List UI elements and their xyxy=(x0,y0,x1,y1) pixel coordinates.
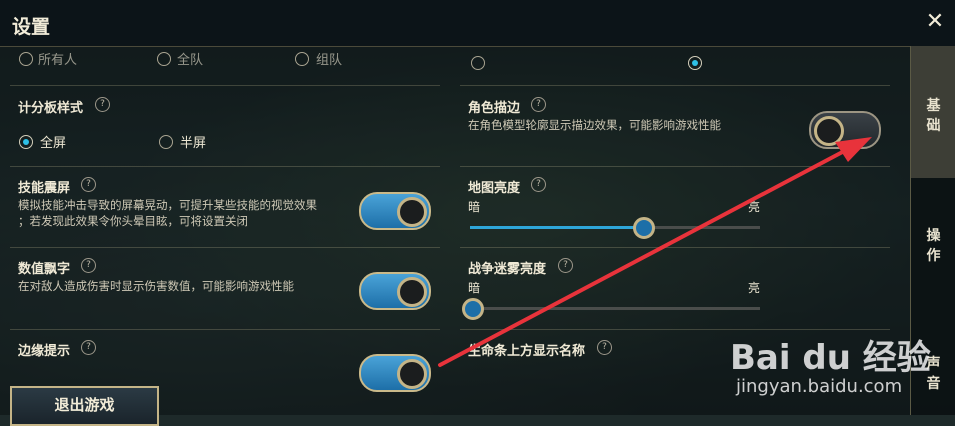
row-divider xyxy=(10,85,440,86)
scoreboard-help-icon[interactable]: ? xyxy=(95,97,110,112)
tab-controls-label: 操作 xyxy=(926,228,941,264)
map-brightness-thumb[interactable] xyxy=(633,217,655,239)
edge-hint-label: 边缘提示 xyxy=(18,344,71,359)
health-bar-name-label: 生命条上方显示名称 xyxy=(468,344,586,359)
toggle-knob xyxy=(397,277,427,307)
map-brightness-max: 亮 xyxy=(748,200,761,214)
scoreboard-style-label: 计分板样式 xyxy=(18,101,84,116)
radio-everyone-label: 所有人 xyxy=(38,53,78,68)
exit-game-button[interactable]: 退出游戏 xyxy=(10,386,159,426)
outline-label: 角色描边 xyxy=(468,101,521,116)
tab-basic-label: 基础 xyxy=(926,98,941,134)
radio-right-option-1[interactable] xyxy=(471,56,485,70)
row-divider xyxy=(10,329,440,330)
skill-shake-help-icon[interactable]: ? xyxy=(81,177,96,192)
row-divider xyxy=(10,166,440,167)
row-divider xyxy=(10,247,440,248)
toggle-knob xyxy=(814,116,844,146)
outline-toggle[interactable] xyxy=(809,111,881,149)
toggle-knob xyxy=(397,359,427,389)
fog-brightness-label: 战争迷雾亮度 xyxy=(468,262,547,277)
skill-shake-label: 技能震屏 xyxy=(18,181,71,196)
radio-halfscreen-label: 半屏 xyxy=(180,136,207,151)
edge-hint-help-icon[interactable]: ? xyxy=(81,340,96,355)
outline-desc: 在角色模型轮廓显示描边效果，可能影响游戏性能 xyxy=(468,118,721,132)
damage-numbers-help-icon[interactable]: ? xyxy=(81,258,96,273)
baidu-watermark-logo: Bai du 经验 xyxy=(730,330,931,379)
map-brightness-slider[interactable] xyxy=(470,217,760,239)
map-brightness-help-icon[interactable]: ? xyxy=(531,177,546,192)
skill-shake-toggle[interactable] xyxy=(359,192,431,230)
row-divider xyxy=(460,85,890,86)
skill-shake-desc-2: ；若发现此效果令你头晕目眩，可将设置关闭 xyxy=(18,214,248,228)
radio-everyone[interactable] xyxy=(19,52,33,66)
fog-brightness-min: 暗 xyxy=(468,281,481,295)
health-bar-name-help-icon[interactable]: ? xyxy=(597,340,612,355)
radio-halfscreen[interactable] xyxy=(159,135,173,149)
row-divider xyxy=(460,166,890,167)
map-brightness-min: 暗 xyxy=(468,200,481,214)
radio-team[interactable] xyxy=(157,52,171,66)
radio-fullscreen[interactable] xyxy=(19,135,33,149)
edge-hint-toggle[interactable] xyxy=(359,354,431,392)
radio-party-label: 组队 xyxy=(316,53,343,68)
radio-right-option-2[interactable] xyxy=(688,56,702,70)
settings-title: 设置 xyxy=(12,16,51,38)
map-brightness-fill xyxy=(470,226,641,229)
fog-brightness-help-icon[interactable]: ? xyxy=(558,258,573,273)
toggle-knob xyxy=(397,197,427,227)
fog-brightness-thumb[interactable] xyxy=(462,298,484,320)
baidu-watermark-url: jingyan.baidu.com xyxy=(736,376,903,397)
radio-party[interactable] xyxy=(295,52,309,66)
title-bar: 设置 ✕ xyxy=(0,0,955,47)
outline-help-icon[interactable]: ? xyxy=(531,97,546,112)
watermark-brand: Bai du 经验 xyxy=(730,338,931,378)
fog-brightness-max: 亮 xyxy=(748,281,761,295)
damage-numbers-label: 数值飘字 xyxy=(18,262,71,277)
fog-brightness-slider[interactable] xyxy=(462,298,760,320)
radio-team-label: 全队 xyxy=(177,53,204,68)
tab-basic[interactable]: 基础 xyxy=(911,46,955,178)
row-divider xyxy=(460,247,890,248)
close-icon[interactable]: ✕ xyxy=(925,11,945,33)
map-brightness-label: 地图亮度 xyxy=(468,181,521,196)
damage-numbers-toggle[interactable] xyxy=(359,272,431,310)
tab-controls[interactable]: 操作 xyxy=(911,226,955,266)
damage-numbers-desc: 在对敌人造成伤害时显示伤害数值，可能影响游戏性能 xyxy=(18,279,294,293)
radio-fullscreen-label: 全屏 xyxy=(40,136,67,151)
